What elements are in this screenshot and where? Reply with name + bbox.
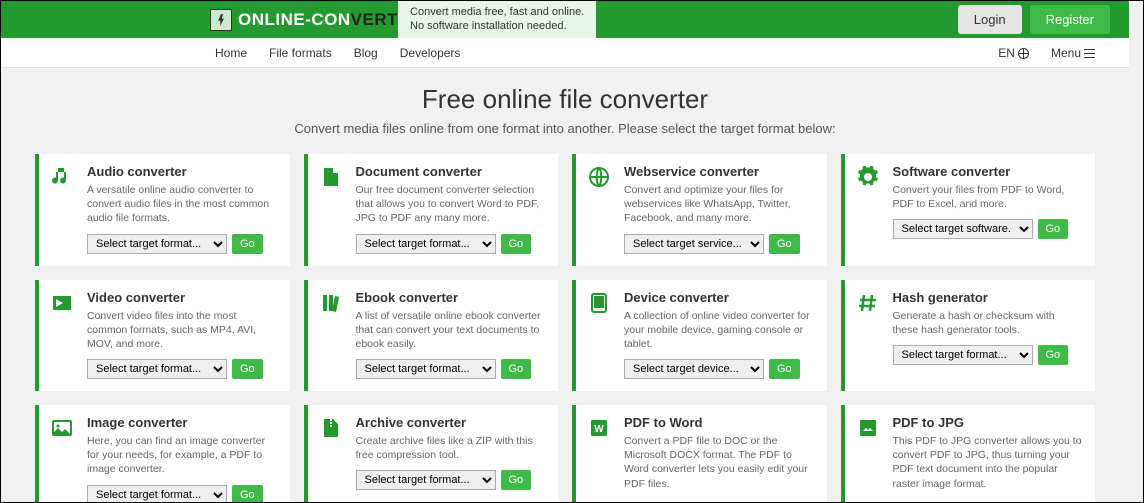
go-button[interactable]: Go	[501, 234, 532, 254]
logo[interactable]: ONLINE-CONVERT	[10, 9, 398, 31]
card-description: A list of versatile online ebook convert…	[356, 309, 547, 352]
logo-icon	[210, 9, 232, 31]
word-icon	[588, 415, 614, 502]
card-title[interactable]: Hash generator	[893, 290, 1084, 305]
card-title[interactable]: Document converter	[356, 164, 547, 179]
jpg-icon	[857, 415, 883, 502]
card-title[interactable]: Archive converter	[356, 415, 547, 430]
page-title: Free online file converter	[1, 84, 1129, 115]
target-select[interactable]: Select target format...	[87, 359, 227, 379]
nav-file-formats[interactable]: File formats	[269, 46, 332, 60]
target-select[interactable]: Select target format...	[356, 470, 496, 490]
converter-card: Archive converter Create archive files l…	[304, 405, 559, 502]
card-title[interactable]: Webservice converter	[624, 164, 815, 179]
register-button[interactable]: Register	[1030, 5, 1110, 34]
go-button[interactable]: Go	[232, 485, 263, 502]
target-select[interactable]: Select target format...	[356, 234, 496, 254]
card-title[interactable]: Ebook converter	[356, 290, 547, 305]
card-title[interactable]: Audio converter	[87, 164, 278, 179]
tagline: Convert media free, fast and online. No …	[398, 1, 596, 38]
card-description: Convert your files from PDF to Word, PDF…	[893, 183, 1084, 211]
globe-icon	[1018, 48, 1029, 59]
target-select[interactable]: Select target software...	[893, 219, 1033, 239]
go-button[interactable]: Go	[232, 359, 263, 379]
go-button[interactable]: Go	[769, 359, 800, 379]
target-select[interactable]: Select target format...	[87, 234, 227, 254]
converter-card: Device converter A collection of online …	[572, 280, 827, 392]
card-description: Create archive files like a ZIP with thi…	[356, 434, 547, 462]
converter-card: Document converter Our free document con…	[304, 154, 559, 266]
device-icon	[588, 290, 614, 380]
nav-home[interactable]: Home	[215, 46, 247, 60]
card-title[interactable]: Software converter	[893, 164, 1084, 179]
converter-card: Webservice converter Convert and optimiz…	[572, 154, 827, 266]
hash-icon	[857, 290, 883, 380]
card-title[interactable]: Image converter	[87, 415, 278, 430]
topbar: ONLINE-CONVERT Convert media free, fast …	[1, 1, 1129, 38]
go-button[interactable]: Go	[501, 470, 532, 490]
music-icon	[51, 164, 77, 254]
gear-icon	[857, 164, 883, 254]
target-select[interactable]: Select target format...	[356, 359, 496, 379]
converter-card: Software converter Convert your files fr…	[841, 154, 1096, 266]
card-description: Convert and optimize your files for webs…	[624, 183, 815, 226]
navbar: Home File formats Blog Developers EN Men…	[1, 38, 1129, 68]
go-button[interactable]: Go	[1038, 219, 1069, 239]
language-selector[interactable]: EN	[998, 46, 1029, 60]
go-button[interactable]: Go	[1038, 345, 1069, 365]
nav-blog[interactable]: Blog	[354, 46, 378, 60]
menu-button[interactable]: Menu	[1051, 46, 1115, 60]
nav-developers[interactable]: Developers	[400, 46, 461, 60]
converter-card: Audio converter A versatile online audio…	[35, 154, 290, 266]
hero: Free online file converter Convert media…	[1, 68, 1129, 154]
go-button[interactable]: Go	[501, 359, 532, 379]
target-select[interactable]: Select target service...	[624, 234, 764, 254]
doc-icon	[320, 164, 346, 254]
converter-grid: Audio converter A versatile online audio…	[15, 154, 1115, 502]
converter-card: PDF to Word Convert a PDF file to DOC or…	[572, 405, 827, 502]
converter-card: Ebook converter A list of versatile onli…	[304, 280, 559, 392]
card-description: A versatile online audio converter to co…	[87, 183, 278, 226]
target-select[interactable]: Select target format...	[893, 345, 1033, 365]
card-description: Our free document converter selection th…	[356, 183, 547, 226]
zip-icon	[320, 415, 346, 502]
card-description: Here, you can find an image converter fo…	[87, 434, 278, 477]
card-title[interactable]: Video converter	[87, 290, 278, 305]
converter-card: PDF to JPG This PDF to JPG converter all…	[841, 405, 1096, 502]
page-subtitle: Convert media files online from one form…	[1, 121, 1129, 136]
login-button[interactable]: Login	[958, 5, 1022, 34]
target-select[interactable]: Select target format...	[87, 485, 227, 502]
web-icon	[588, 164, 614, 254]
card-description: This PDF to JPG converter allows you to …	[893, 434, 1084, 491]
video-icon	[51, 290, 77, 380]
hamburger-icon	[1084, 49, 1095, 58]
go-button[interactable]: Go	[232, 234, 263, 254]
card-title[interactable]: Device converter	[624, 290, 815, 305]
card-description: A collection of online video converter f…	[624, 309, 815, 352]
card-description: Convert video files into the most common…	[87, 309, 278, 352]
converter-card: Video converter Convert video files into…	[35, 280, 290, 392]
go-button[interactable]: Go	[769, 234, 800, 254]
image-icon	[51, 415, 77, 502]
target-select[interactable]: Select target device...	[624, 359, 764, 379]
card-title[interactable]: PDF to Word	[624, 415, 815, 430]
card-description: Generate a hash or checksum with these h…	[893, 309, 1084, 337]
card-description: Convert a PDF file to DOC or the Microso…	[624, 434, 815, 491]
card-title[interactable]: PDF to JPG	[893, 415, 1084, 430]
converter-card: Image converter Here, you can find an im…	[35, 405, 290, 502]
books-icon	[320, 290, 346, 380]
converter-card: Hash generator Generate a hash or checks…	[841, 280, 1096, 392]
